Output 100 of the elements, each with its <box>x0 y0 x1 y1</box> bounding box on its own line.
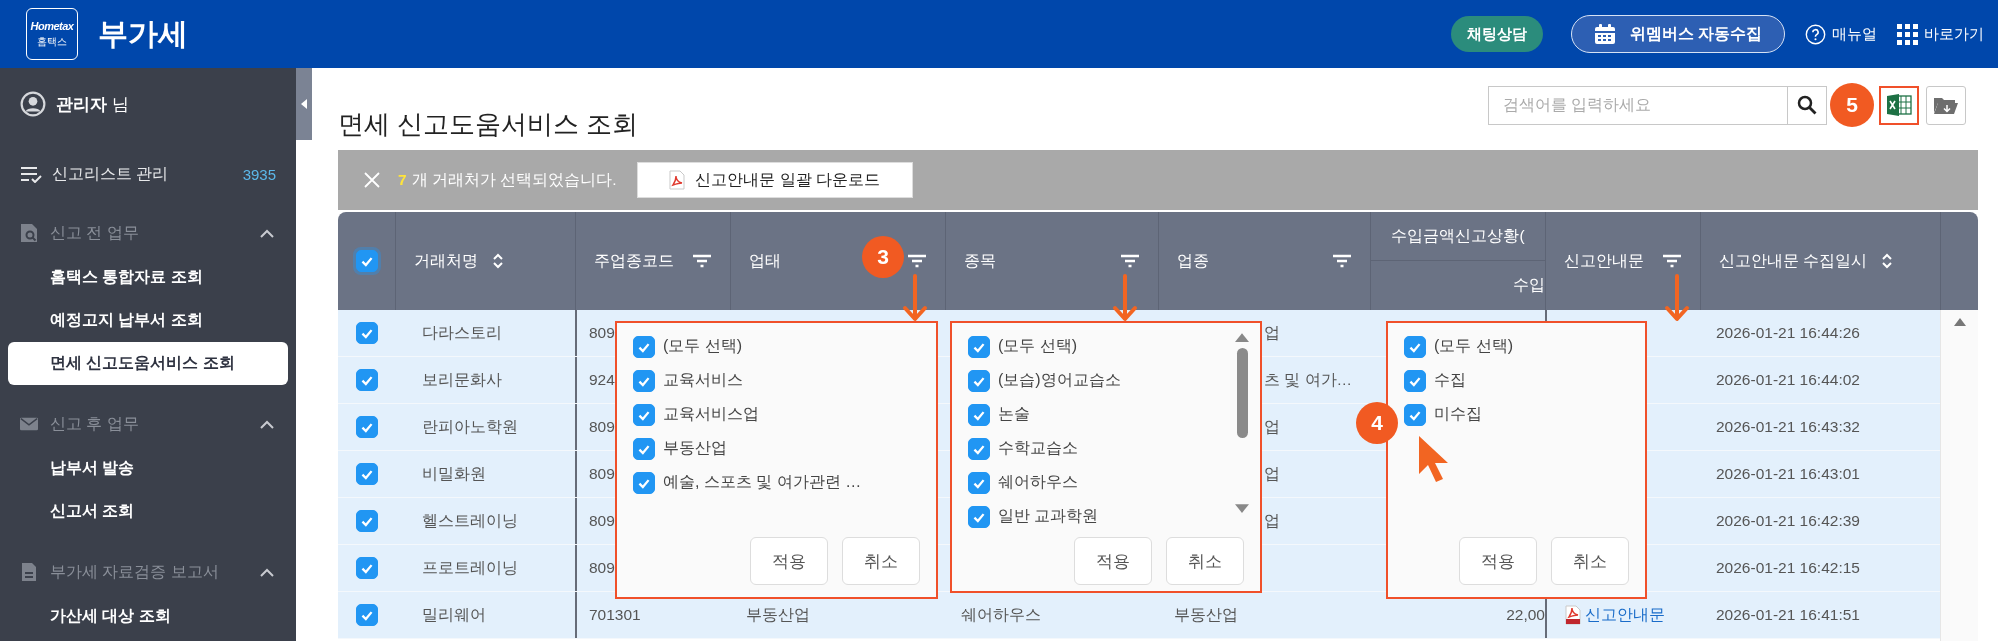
table-cell: 2026-01-21 16:41:51 <box>1716 606 1860 624</box>
filter-icon[interactable] <box>692 254 712 268</box>
table-cell: 2026-01-21 16:44:02 <box>1716 371 1860 389</box>
filter-option[interactable]: 수학교습소 <box>968 435 1078 462</box>
row-checkbox[interactable] <box>355 322 378 344</box>
table-cell: 809 <box>589 559 615 577</box>
search-field[interactable]: 검색어를 입력하세요 <box>1488 85 1788 125</box>
table-cell-text: 부동산업 <box>1174 604 1238 625</box>
row-checkbox[interactable] <box>355 369 378 391</box>
row-checkbox[interactable] <box>355 463 378 485</box>
filter-icon[interactable] <box>1120 254 1140 268</box>
row-checkbox[interactable] <box>355 557 378 579</box>
report-list-menu[interactable]: 신고리스트 관리 3935 <box>8 154 288 194</box>
selected-count: 7 <box>398 171 407 189</box>
filter-icon[interactable] <box>1332 254 1352 268</box>
table-cell-text: 부동산업 <box>746 604 810 625</box>
filter-option[interactable]: (모두 선택) <box>968 333 1078 360</box>
table-cell: 2026-01-21 16:42:15 <box>1716 559 1860 577</box>
bulk-download-button[interactable]: 신고안내문 일괄 다운로드 <box>636 162 913 198</box>
apply-button[interactable]: 적용 <box>1459 537 1537 585</box>
sort-icon[interactable] <box>1881 252 1894 270</box>
cancel-button[interactable]: 취소 <box>1551 537 1629 585</box>
table-cell-text: 다라스토리 <box>422 322 502 343</box>
filter-option[interactable]: 미수집 <box>1404 401 1482 428</box>
cancel-button[interactable]: 취소 <box>1166 537 1244 585</box>
help-icon <box>1805 23 1826 45</box>
filter-option[interactable]: 부동산업 <box>633 435 727 462</box>
folder-button[interactable] <box>1926 85 1966 125</box>
page-title: 면세 신고도움서비스 조회 <box>338 107 639 141</box>
auto-collect-button[interactable]: 위멤버스 자동수집 <box>1570 15 1785 53</box>
table-cell: 2026-01-21 16:44:26 <box>1716 324 1860 342</box>
scrollbar-track[interactable] <box>1940 310 1978 641</box>
nav-item[interactable]: 가산세 대상 조회 <box>8 595 288 638</box>
nav-item[interactable]: 예정고지 납부서 조회 <box>8 299 288 342</box>
row-checkbox[interactable] <box>355 604 378 626</box>
column-header: 업태 <box>749 250 781 271</box>
cancel-button[interactable]: 취소 <box>842 537 920 585</box>
pdf-icon <box>669 170 686 190</box>
logo-text: Hometax <box>30 19 74 32</box>
count-label: 3935 <box>242 165 276 183</box>
filter-option[interactable]: 논술 <box>968 401 1030 428</box>
filter-option[interactable]: (모두 선택) <box>1404 333 1514 360</box>
shortcut-link[interactable]: 바로가기 <box>1897 23 1984 45</box>
apply-button[interactable]: 적용 <box>1074 537 1152 585</box>
table-cell: 809 <box>589 465 615 483</box>
row-checkbox[interactable] <box>355 510 378 532</box>
filter-option[interactable]: 교육서비스 <box>633 367 743 394</box>
table-cell-text: 업 <box>1264 416 1280 437</box>
search-button[interactable] <box>1787 85 1827 125</box>
close-icon[interactable] <box>364 172 380 188</box>
column-header: 거래처명 <box>414 250 478 271</box>
notice-link[interactable]: 신고안내문 <box>1585 604 1665 626</box>
collapse-tab[interactable] <box>296 68 312 140</box>
pdf-icon <box>1565 605 1581 625</box>
scroll-down-icon[interactable] <box>1235 504 1249 513</box>
column-group-header: 수입금액신고상황( <box>1370 212 1545 261</box>
filter-icon[interactable] <box>1662 254 1682 268</box>
row-checkbox[interactable] <box>355 416 378 438</box>
list-check-icon <box>20 165 42 183</box>
filter-option[interactable]: (모두 선택) <box>633 333 743 360</box>
excel-button[interactable] <box>1879 85 1919 125</box>
table-cell-text: 업 <box>1264 322 1280 343</box>
logo-badge[interactable]: Hometax 홈택스 <box>26 8 78 60</box>
table-cell: 2026-01-21 16:42:39 <box>1716 512 1860 530</box>
filter-option[interactable]: 수집 <box>1404 367 1466 394</box>
chat-button[interactable]: 채팅상담 <box>1450 16 1543 52</box>
table-cell: 809 <box>589 418 615 436</box>
nav-item[interactable]: 납부서 발송 <box>8 447 288 490</box>
nav-item[interactable]: 홈택스 통합자료 조회 <box>8 256 288 299</box>
scroll-up-icon[interactable] <box>1953 318 1966 326</box>
nav-item[interactable]: 면세 신고도움서비스 조회 <box>8 342 288 385</box>
excel-icon <box>1886 94 1912 116</box>
filter-icon[interactable] <box>907 254 927 268</box>
nav-item[interactable]: 신고서 조회 <box>8 490 288 533</box>
step-badge: 5 <box>1830 83 1874 127</box>
user-icon <box>20 91 46 117</box>
scrollbar[interactable] <box>1234 333 1250 513</box>
filter-option[interactable]: 교육서비스업 <box>633 401 759 428</box>
calendar-icon <box>1593 23 1616 45</box>
filter-option[interactable]: 일반 교과학원 <box>968 503 1099 530</box>
select-all-checkbox[interactable] <box>355 250 378 272</box>
cursor-icon <box>1417 434 1449 484</box>
column-header: 신고안내문 <box>1564 250 1644 271</box>
caret-left-icon <box>301 99 307 109</box>
table-cell: 809 <box>589 512 615 530</box>
table-cell: 701301 <box>589 606 641 624</box>
table-cell: 2026-01-21 16:43:01 <box>1716 465 1860 483</box>
grid-icon <box>1897 23 1918 45</box>
scroll-up-icon[interactable] <box>1235 333 1249 342</box>
filter-option[interactable]: 예술, 스포츠 및 여가관련 … <box>633 469 862 496</box>
table-cell-text: 보리문화사 <box>422 369 502 390</box>
selection-message: 개 거래처가 선택되었습니다. <box>411 169 617 190</box>
table-cell: 809 <box>589 324 615 342</box>
sort-icon[interactable] <box>492 252 504 270</box>
manual-link[interactable]: 매뉴얼 <box>1805 23 1877 45</box>
logo-subtext: 홈택스 <box>37 34 67 49</box>
filter-option[interactable]: 쉐어하우스 <box>968 469 1078 496</box>
table-cell-text: 비밀화원 <box>422 463 486 484</box>
apply-button[interactable]: 적용 <box>750 537 828 585</box>
filter-option[interactable]: (보습)영어교습소 <box>968 367 1121 394</box>
